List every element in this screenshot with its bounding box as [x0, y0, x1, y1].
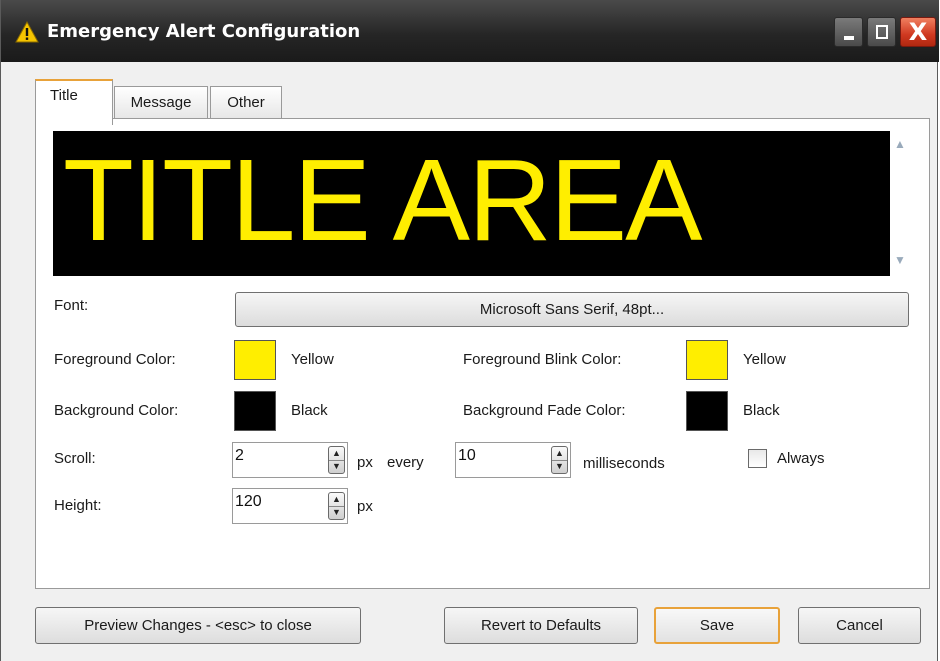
title-bar[interactable]: Emergency Alert Configuration X	[1, 0, 939, 62]
scroll-px-unit: px	[357, 454, 373, 471]
font-picker-button[interactable]: Microsoft Sans Serif, 48pt...	[235, 292, 909, 327]
height-unit: px	[357, 498, 373, 515]
preview-scrollbar[interactable]: ▲ ▼	[890, 131, 910, 276]
spin-down-icon[interactable]: ▼	[329, 460, 344, 473]
height-input[interactable]	[235, 493, 305, 511]
maximize-icon	[876, 25, 888, 39]
scroll-ms-spin-buttons[interactable]: ▲ ▼	[551, 446, 568, 474]
window-title: Emergency Alert Configuration	[47, 21, 361, 42]
scroll-label: Scroll:	[54, 450, 96, 467]
title-preview-area[interactable]: TITLE AREA ▲ ▼	[53, 131, 910, 276]
scroll-px-input[interactable]	[235, 447, 305, 465]
background-fade-color-swatch[interactable]	[686, 391, 728, 431]
background-color-name: Black	[291, 402, 328, 419]
tab-message-label: Message	[130, 94, 192, 111]
spin-up-icon[interactable]: ▲	[552, 447, 567, 461]
title-preview-text: TITLE AREA	[63, 135, 703, 265]
close-icon: X	[908, 18, 928, 46]
foreground-blink-color-name: Yellow	[743, 351, 786, 368]
minimize-icon	[844, 36, 854, 40]
spin-up-icon[interactable]: ▲	[329, 493, 344, 507]
every-label: every	[387, 454, 424, 471]
revert-to-defaults-button[interactable]: Revert to Defaults	[444, 607, 638, 644]
scroll-down-icon[interactable]: ▼	[893, 253, 907, 267]
foreground-blink-color-label: Foreground Blink Color:	[463, 351, 622, 368]
scroll-px-spin-buttons[interactable]: ▲ ▼	[328, 446, 345, 474]
spin-up-icon[interactable]: ▲	[329, 447, 344, 461]
foreground-color-swatch[interactable]	[234, 340, 276, 380]
close-button[interactable]: X	[900, 17, 936, 47]
background-color-label: Background Color:	[54, 402, 179, 419]
warning-icon	[15, 21, 39, 43]
spin-down-icon[interactable]: ▼	[552, 460, 567, 473]
tab-title[interactable]: Title	[35, 79, 113, 125]
foreground-blink-color-swatch[interactable]	[686, 340, 728, 380]
height-stepper[interactable]: ▲ ▼	[232, 488, 348, 524]
scroll-px-stepper[interactable]: ▲ ▼	[232, 442, 348, 478]
scroll-ms-input[interactable]	[458, 447, 528, 465]
scroll-up-icon[interactable]: ▲	[893, 137, 907, 151]
milliseconds-unit: milliseconds	[583, 455, 665, 472]
always-label: Always	[777, 450, 825, 467]
foreground-color-label: Foreground Color:	[54, 351, 176, 368]
scroll-ms-stepper[interactable]: ▲ ▼	[455, 442, 571, 478]
tab-message[interactable]: Message	[114, 86, 208, 119]
tab-title-label: Title	[50, 87, 78, 104]
background-fade-color-name: Black	[743, 402, 780, 419]
background-color-swatch[interactable]	[234, 391, 276, 431]
always-checkbox[interactable]	[748, 449, 767, 468]
tab-other-label: Other	[227, 94, 265, 111]
spin-down-icon[interactable]: ▼	[329, 506, 344, 519]
preview-changes-button[interactable]: Preview Changes - <esc> to close	[35, 607, 361, 644]
tab-other[interactable]: Other	[210, 86, 282, 119]
save-button[interactable]: Save	[654, 607, 780, 644]
minimize-button[interactable]	[834, 17, 863, 47]
background-fade-color-label: Background Fade Color:	[463, 402, 626, 419]
height-spin-buttons[interactable]: ▲ ▼	[328, 492, 345, 520]
height-label: Height:	[54, 497, 102, 514]
cancel-button[interactable]: Cancel	[798, 607, 921, 644]
maximize-button[interactable]	[867, 17, 896, 47]
font-label: Font:	[54, 297, 89, 314]
foreground-color-name: Yellow	[291, 351, 334, 368]
emergency-alert-config-window: Emergency Alert Configuration X Title Me…	[0, 0, 939, 661]
